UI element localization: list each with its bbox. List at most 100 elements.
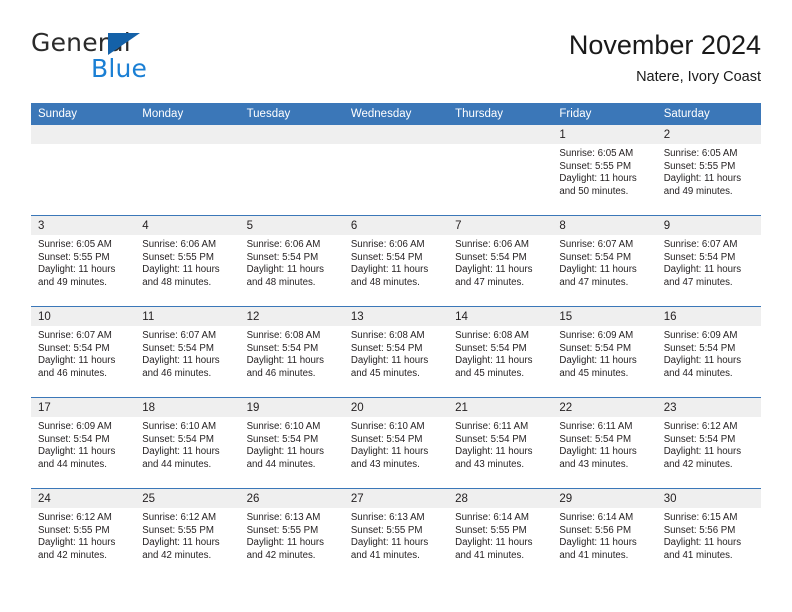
calendar-day-cell[interactable]: 4 Sunrise: 6:06 AM Sunset: 5:55 PM Daylight… [135,215,240,307]
sun-detail-line: Sunset: 5:54 PM [559,251,632,263]
sun-detail-line: Sunrise: 6:12 AM [142,512,217,523]
calendar-day-cell[interactable]: 2 Sunrise: 6:05 AM Sunset: 5:55 PM Daylight… [656,125,761,216]
sun-detail-line: and 41 minutes. [350,549,420,561]
day-number: 6 [343,216,449,235]
calendar-day-cell[interactable]: 29 Sunrise: 6:14 AM Sunset: 5:56 PM Dayligh… [552,488,657,579]
calendar-day-cell[interactable]: 18 Sunrise: 6:10 AM Sunset: 5:54 PM Dayligh… [135,397,240,489]
sun-details: Sunrise: 6:11 AM Sunset: 5:54 PM Daylight:… [552,417,656,471]
day-number: 11 [135,307,240,326]
sun-detail-line: and 42 minutes. [246,549,316,561]
sun-detail-line: Daylight: 11 hours [455,355,533,367]
sun-detail-line: Sunrise: 6:05 AM [663,148,738,159]
sun-detail-line: Daylight: 11 hours [142,446,220,458]
calendar-day-cell[interactable]: 3 Sunrise: 6:05 AM Sunset: 5:55 PM Daylight… [31,215,136,307]
calendar-day-cell[interactable]: 15 Sunrise: 6:09 AM Sunset: 5:54 PM Dayligh… [552,306,657,398]
sun-details: Sunrise: 6:11 AM Sunset: 5:54 PM Daylight:… [448,417,552,471]
calendar-day-cell[interactable]: 8 Sunrise: 6:07 AM Sunset: 5:54 PM Daylight… [552,215,657,307]
sun-detail-line: and 42 minutes. [663,458,733,470]
day-number [343,125,449,144]
sun-detail-line: Sunset: 5:55 PM [142,524,214,536]
day-number: 19 [239,398,344,417]
day-number: 17 [31,398,136,417]
sun-detail-line: Daylight: 11 hours [559,537,637,549]
sun-details: Sunrise: 6:06 AM Sunset: 5:54 PM Daylight:… [240,235,344,289]
calendar-day-cell[interactable]: 1 Sunrise: 6:05 AM Sunset: 5:55 PM Daylight… [552,125,657,216]
calendar-day-cell[interactable]: 25 Sunrise: 6:12 AM Sunset: 5:55 PM Dayligh… [135,488,240,579]
sun-detail-line: Sunset: 5:55 PM [246,524,319,536]
sun-detail-line: Sunset: 5:54 PM [663,342,736,354]
day-number: 24 [31,489,136,508]
calendar-day-cell[interactable]: 6 Sunrise: 6:06 AM Sunset: 5:54 PM Daylight… [343,215,449,307]
day-cell-content: 4 Sunrise: 6:06 AM Sunset: 5:55 PM Daylight… [135,216,240,306]
sun-detail-line: Sunset: 5:54 PM [142,433,214,445]
sun-detail-line: Daylight: 11 hours [663,446,742,458]
sun-detail-line: Sunset: 5:56 PM [663,524,736,536]
sun-detail-line: Sunset: 5:54 PM [455,433,527,445]
day-cell-content: 26 Sunrise: 6:13 AM Sunset: 5:55 PM Dayligh… [239,489,344,579]
calendar-day-cell[interactable]: 12 Sunrise: 6:08 AM Sunset: 5:54 PM Dayligh… [239,306,344,398]
sun-detail-line: Sunset: 5:54 PM [246,342,319,354]
sun-detail-line: Sunrise: 6:10 AM [246,421,321,432]
calendar-day-cell[interactable]: 28 Sunrise: 6:14 AM Sunset: 5:55 PM Dayligh… [448,488,553,579]
logo-text-blue: Blue [91,54,148,83]
sun-detail-line: and 44 minutes. [246,458,316,470]
day-number: 4 [135,216,240,235]
day-number: 14 [448,307,553,326]
sun-detail-line: and 42 minutes. [38,549,107,561]
sun-details: Sunrise: 6:07 AM Sunset: 5:54 PM Daylight:… [552,235,656,289]
day-number: 23 [656,398,761,417]
sun-detail-line: Daylight: 11 hours [142,355,220,367]
sun-detail-line: Sunrise: 6:06 AM [455,239,529,250]
calendar-day-cell[interactable]: 23 Sunrise: 6:12 AM Sunset: 5:54 PM Dayligh… [656,397,761,489]
day-cell-content: 14 Sunrise: 6:08 AM Sunset: 5:54 PM Dayligh… [448,307,553,397]
sun-detail-line: and 48 minutes. [350,276,420,288]
title-block: November 2024 Natere, Ivory Coast [569,28,761,86]
weekday-header-wednesday: Wednesday [343,103,449,125]
calendar-day-cell[interactable]: 20 Sunrise: 6:10 AM Sunset: 5:54 PM Dayligh… [343,397,449,489]
calendar-day-cell[interactable]: 13 Sunrise: 6:08 AM Sunset: 5:54 PM Dayligh… [343,306,449,398]
day-number: 27 [343,489,449,508]
calendar-day-cell[interactable]: 19 Sunrise: 6:10 AM Sunset: 5:54 PM Dayligh… [239,397,344,489]
sun-detail-line: Sunrise: 6:10 AM [142,421,217,432]
calendar-day-cell[interactable]: 5 Sunrise: 6:06 AM Sunset: 5:54 PM Daylight… [239,215,344,307]
sun-detail-line: Sunrise: 6:12 AM [38,512,112,523]
calendar-day-cell[interactable]: 10 Sunrise: 6:07 AM Sunset: 5:54 PM Dayligh… [31,306,136,398]
sun-detail-line: Sunset: 5:54 PM [38,342,110,354]
sun-detail-line: Daylight: 11 hours [142,264,220,276]
sun-detail-line: Sunset: 5:54 PM [38,433,110,445]
calendar-day-cell[interactable]: 24 Sunrise: 6:12 AM Sunset: 5:55 PM Dayligh… [31,488,136,579]
day-cell-content [31,125,136,215]
sun-detail-line: Sunrise: 6:12 AM [663,421,738,432]
sun-detail-line: Sunset: 5:54 PM [455,251,527,263]
calendar-body: 1 Sunrise: 6:05 AM Sunset: 5:55 PM Daylight… [31,125,761,579]
weekday-header-sunday: Sunday [31,103,136,125]
page-subtitle: Natere, Ivory Coast [636,69,761,85]
calendar-day-cell[interactable]: 16 Sunrise: 6:09 AM Sunset: 5:54 PM Dayligh… [656,306,761,398]
sun-detail-line: Sunrise: 6:11 AM [455,421,529,432]
sun-detail-line: Daylight: 11 hours [350,264,429,276]
sun-detail-line: Sunrise: 6:08 AM [350,330,425,341]
calendar-day-cell[interactable]: 11 Sunrise: 6:07 AM Sunset: 5:54 PM Dayligh… [135,306,240,398]
day-cell-content: 23 Sunrise: 6:12 AM Sunset: 5:54 PM Dayligh… [656,398,761,488]
sun-detail-line: Sunrise: 6:13 AM [246,512,321,523]
calendar-day-cell[interactable]: 9 Sunrise: 6:07 AM Sunset: 5:54 PM Daylight… [656,215,761,307]
calendar-day-cell[interactable]: 30 Sunrise: 6:15 AM Sunset: 5:56 PM Dayligh… [656,488,761,579]
generalblue-logo[interactable]: General Blue [31,28,241,90]
calendar-day-cell[interactable]: 7 Sunrise: 6:06 AM Sunset: 5:54 PM Daylight… [448,215,553,307]
calendar-day-cell[interactable]: 17 Sunrise: 6:09 AM Sunset: 5:54 PM Dayligh… [31,397,136,489]
sun-detail-line: Sunrise: 6:07 AM [663,239,738,250]
sun-detail-line: Sunset: 5:55 PM [38,524,110,536]
day-number: 18 [135,398,240,417]
calendar-day-cell[interactable]: 26 Sunrise: 6:13 AM Sunset: 5:55 PM Dayligh… [239,488,344,579]
calendar-header-row: Sunday Monday Tuesday Wednesday Thursday Frid… [31,103,761,125]
sun-detail-line: Sunrise: 6:10 AM [350,421,425,432]
calendar-day-cell[interactable]: 27 Sunrise: 6:13 AM Sunset: 5:55 PM Dayligh… [343,488,449,579]
calendar-day-cell[interactable]: 14 Sunrise: 6:08 AM Sunset: 5:54 PM Dayligh… [448,306,553,398]
day-cell-content: 6 Sunrise: 6:06 AM Sunset: 5:54 PM Daylight… [343,216,449,306]
calendar-day-cell[interactable]: 22 Sunrise: 6:11 AM Sunset: 5:54 PM Dayligh… [552,397,657,489]
calendar-day-cell[interactable]: 21 Sunrise: 6:11 AM Sunset: 5:54 PM Dayligh… [448,397,553,489]
sun-detail-line: Sunset: 5:55 PM [559,160,632,172]
sun-detail-line: and 47 minutes. [455,276,525,288]
day-cell-content: 1 Sunrise: 6:05 AM Sunset: 5:55 PM Daylight… [552,125,657,215]
day-number: 25 [135,489,240,508]
